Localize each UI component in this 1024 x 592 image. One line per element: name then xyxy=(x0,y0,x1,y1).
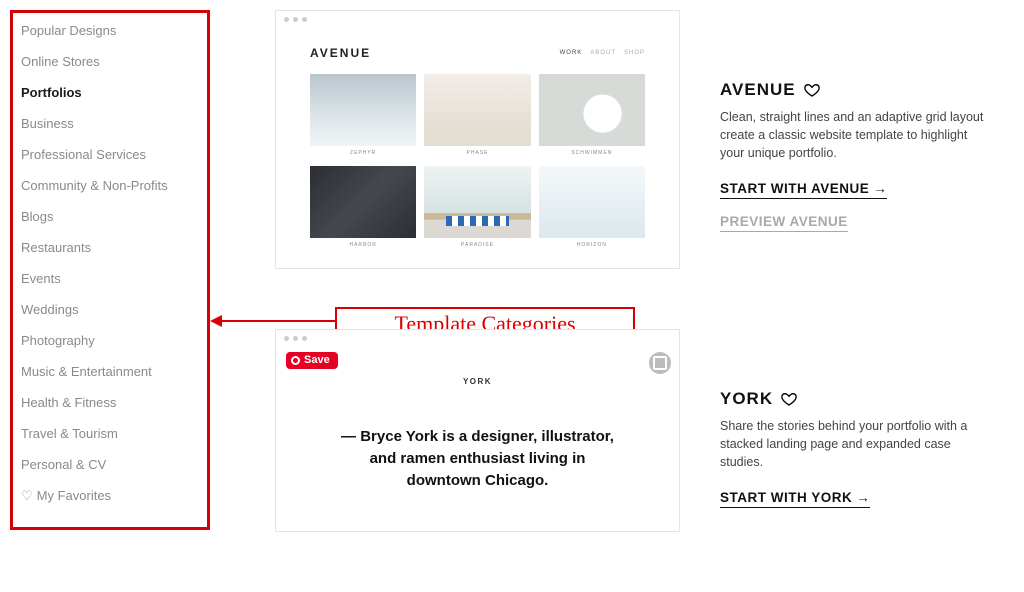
avenue-mini-page: AVENUE WORK ABOUT SHOP ZEPHYR PHASE SCHW… xyxy=(276,28,679,268)
sidebar-item-label: My Favorites xyxy=(37,488,111,503)
york-intro-body: Bryce York is a designer, illustrator, a… xyxy=(360,428,614,489)
template-title: AVENUE xyxy=(720,80,796,100)
sidebar-item-events[interactable]: Events xyxy=(13,263,207,294)
sidebar-item-blogs[interactable]: Blogs xyxy=(13,201,207,232)
preview-avenue-link[interactable]: PREVIEW AVENUE xyxy=(720,214,848,232)
expand-icon[interactable] xyxy=(649,352,671,374)
pinterest-save-button[interactable]: Save xyxy=(286,352,338,369)
avenue-nav-item: WORK xyxy=(560,50,583,56)
link-label: START WITH AVENUE xyxy=(720,181,869,196)
york-logo: YORK xyxy=(316,377,639,386)
sidebar-item-online-stores[interactable]: Online Stores xyxy=(13,46,207,77)
sidebar-item-business[interactable]: Business xyxy=(13,108,207,139)
avenue-caption: PARADISE xyxy=(461,242,494,250)
template-row-avenue: AVENUE WORK ABOUT SHOP ZEPHYR PHASE SCHW… xyxy=(275,10,1005,269)
template-list: AVENUE WORK ABOUT SHOP ZEPHYR PHASE SCHW… xyxy=(275,10,1005,592)
link-label: START WITH YORK xyxy=(720,490,852,505)
avenue-thumb xyxy=(539,166,645,238)
avenue-logo: AVENUE xyxy=(310,46,371,60)
avenue-thumb xyxy=(310,74,416,146)
avenue-nav-item: ABOUT xyxy=(590,50,616,56)
start-with-york-link[interactable]: START WITH YORK → xyxy=(720,490,870,508)
heart-icon[interactable] xyxy=(781,391,797,407)
avenue-caption: SCHWIMMEN xyxy=(571,150,612,158)
sidebar-item-music-entertainment[interactable]: Music & Entertainment xyxy=(13,356,207,387)
avenue-nav-item: SHOP xyxy=(624,50,645,56)
avenue-caption: ZEPHYR xyxy=(350,150,376,158)
arrow-right-icon: → xyxy=(856,490,870,505)
template-title: YORK xyxy=(720,389,773,409)
avenue-thumb xyxy=(424,166,530,238)
template-preview-york[interactable]: Save YORK — Bryce York is a designer, il… xyxy=(275,329,680,532)
york-intro-text: — Bryce York is a designer, illustrator,… xyxy=(316,426,639,491)
avenue-thumb xyxy=(424,74,530,146)
sidebar-item-portfolios[interactable]: Portfolios xyxy=(13,77,207,108)
template-info-avenue: AVENUE Clean, straight lines and an adap… xyxy=(720,10,995,246)
browser-dots xyxy=(276,11,679,28)
sidebar-item-health-fitness[interactable]: Health & Fitness xyxy=(13,387,207,418)
template-row-york: Save YORK — Bryce York is a designer, il… xyxy=(275,329,1005,532)
avenue-nav: WORK ABOUT SHOP xyxy=(560,50,645,56)
heart-icon: ♡ xyxy=(21,488,33,503)
sidebar-item-personal-cv[interactable]: Personal & CV xyxy=(13,449,207,480)
york-intro-prefix: — xyxy=(341,428,360,445)
heart-icon[interactable] xyxy=(804,82,820,98)
sidebar-item-weddings[interactable]: Weddings xyxy=(13,294,207,325)
avenue-caption: PHASE xyxy=(467,150,489,158)
avenue-caption: HORIZON xyxy=(577,242,607,250)
york-mini-page: YORK — Bryce York is a designer, illustr… xyxy=(276,347,679,531)
category-sidebar: Popular Designs Online Stores Portfolios… xyxy=(10,10,210,530)
sidebar-item-community-nonprofits[interactable]: Community & Non-Profits xyxy=(13,170,207,201)
avenue-thumb xyxy=(539,74,645,146)
sidebar-item-popular-designs[interactable]: Popular Designs xyxy=(13,15,207,46)
template-description: Clean, straight lines and an adaptive gr… xyxy=(720,108,995,162)
avenue-caption: HARBOR xyxy=(349,242,376,250)
arrow-right-icon: → xyxy=(873,181,887,196)
start-with-avenue-link[interactable]: START WITH AVENUE → xyxy=(720,181,887,199)
sidebar-item-my-favorites[interactable]: ♡ My Favorites xyxy=(13,480,207,512)
link-label: PREVIEW AVENUE xyxy=(720,214,848,229)
browser-dots xyxy=(276,330,679,347)
sidebar-item-restaurants[interactable]: Restaurants xyxy=(13,232,207,263)
template-preview-avenue[interactable]: AVENUE WORK ABOUT SHOP ZEPHYR PHASE SCHW… xyxy=(275,10,680,269)
sidebar-item-travel-tourism[interactable]: Travel & Tourism xyxy=(13,418,207,449)
template-description: Share the stories behind your portfolio … xyxy=(720,417,995,471)
sidebar-item-photography[interactable]: Photography xyxy=(13,325,207,356)
avenue-thumb xyxy=(310,166,416,238)
template-info-york: YORK Share the stories behind your portf… xyxy=(720,329,995,522)
sidebar-item-professional-services[interactable]: Professional Services xyxy=(13,139,207,170)
